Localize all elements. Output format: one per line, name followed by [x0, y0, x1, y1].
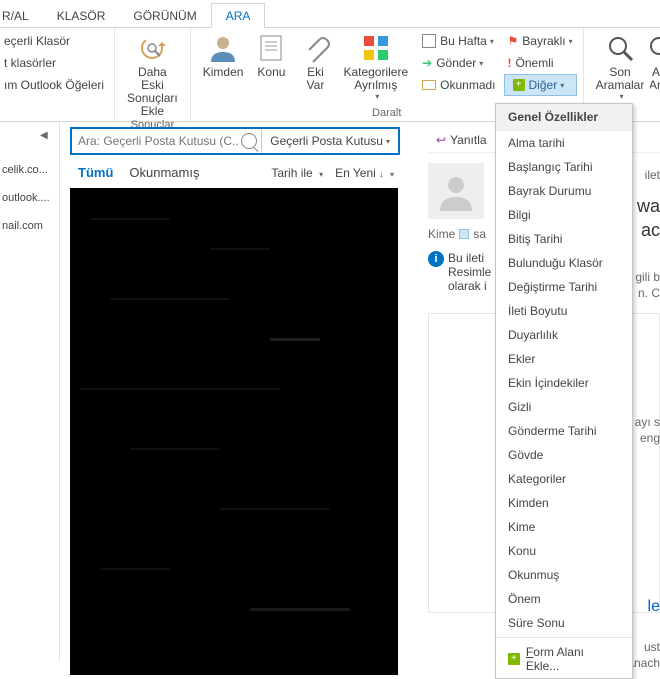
- plus-icon: +: [513, 79, 525, 91]
- info-text: Bu ileti Resimle olarak i: [448, 251, 491, 293]
- unread-button[interactable]: Okunmadı: [418, 74, 499, 96]
- sort-newest[interactable]: En Yeni ↓ ▾: [329, 164, 400, 182]
- menu-item[interactable]: Konu: [496, 539, 632, 563]
- menu-item[interactable]: İleti Boyutu: [496, 299, 632, 323]
- search-tools-button[interactable]: Ara Araç: [650, 30, 660, 106]
- edge-text: gili b: [635, 270, 660, 284]
- categories-icon: [360, 32, 392, 64]
- account-item-2[interactable]: outlook....: [0, 184, 59, 212]
- tools-icon: [650, 32, 660, 64]
- subject-button[interactable]: Konu: [249, 30, 293, 106]
- ribbon-tabs: R/AL KLASÖR GÖRÜNÜM ARA: [0, 0, 660, 28]
- older-results-button[interactable]: Daha Eski Sonuçları Ekle: [121, 30, 184, 118]
- scope-all-outlook[interactable]: ım Outlook Öğeleri: [0, 74, 108, 96]
- important-button[interactable]: ! Önemli: [504, 52, 577, 74]
- refresh-icon: [136, 32, 168, 64]
- menu-item[interactable]: Ekin İçindekiler: [496, 371, 632, 395]
- menu-item[interactable]: Kimden: [496, 491, 632, 515]
- menu-item[interactable]: Önem: [496, 587, 632, 611]
- tab-view[interactable]: GÖRÜNÜM: [119, 4, 210, 27]
- flag-icon: ⚑: [508, 34, 519, 48]
- reply-button[interactable]: ↩ Yanıtla: [428, 133, 495, 147]
- search-history-icon: [604, 32, 636, 64]
- older-results-label: Daha Eski Sonuçları Ekle: [127, 66, 178, 118]
- plus-icon: +: [508, 653, 520, 665]
- filter-all[interactable]: Tümü: [70, 163, 121, 182]
- edge-link[interactable]: le: [648, 598, 660, 616]
- sender-avatar: [428, 163, 484, 219]
- info-icon: i: [428, 251, 444, 267]
- filter-unread[interactable]: Okunmamış: [121, 163, 207, 182]
- edge-text: n. C: [638, 286, 660, 300]
- menu-item[interactable]: Alma tarihi: [496, 131, 632, 155]
- menu-item[interactable]: Okunmuş: [496, 563, 632, 587]
- calendar-icon: [422, 34, 436, 48]
- menu-item[interactable]: Ekler: [496, 347, 632, 371]
- filter-row: Tümü Okunmamış Tarih ile ▾ En Yeni ↓ ▾: [70, 163, 400, 182]
- menu-item[interactable]: Değiştirme Tarihi: [496, 275, 632, 299]
- tab-search[interactable]: ARA: [211, 3, 266, 28]
- has-attachment-button[interactable]: Eki Var: [293, 30, 337, 106]
- scope-current-folder[interactable]: eçerli Klasör: [0, 30, 108, 52]
- important-icon: !: [508, 56, 512, 70]
- recent-searches-button[interactable]: Son Aramalar▾: [590, 30, 651, 106]
- more-button[interactable]: + Diğer▾: [504, 74, 577, 96]
- envelope-icon: [422, 80, 436, 90]
- menu-item[interactable]: Başlangıç Tarihi: [496, 155, 632, 179]
- menu-item[interactable]: Gizli: [496, 395, 632, 419]
- account-item-3[interactable]: nail.com: [0, 212, 59, 240]
- menu-item[interactable]: Duyarlılık: [496, 323, 632, 347]
- menu-item[interactable]: Kategoriler: [496, 467, 632, 491]
- to-value: sa: [473, 227, 486, 241]
- edge-text: ust: [644, 640, 660, 654]
- flagged-button[interactable]: ⚑ Bayraklı▾: [504, 30, 577, 52]
- menu-item[interactable]: Kime: [496, 515, 632, 539]
- edge-text: ilet: [645, 168, 660, 182]
- folder-nav: celik.co... outlook.... nail.com: [0, 122, 60, 662]
- message-list[interactable]: [70, 188, 398, 675]
- arrow-right-icon: ➔: [422, 56, 432, 70]
- categorized-button[interactable]: Kategorilere Ayrılmış▾: [337, 30, 414, 106]
- reply-icon: ↩: [436, 133, 446, 147]
- menu-header: Genel Özellikler: [496, 104, 632, 131]
- menu-item[interactable]: Bitiş Tarihi: [496, 227, 632, 251]
- edge-text: ac: [641, 220, 660, 241]
- edge-text: ayı s: [635, 415, 660, 429]
- menu-item[interactable]: Bulunduğu Klasör: [496, 251, 632, 275]
- paperclip-icon: [299, 32, 331, 64]
- document-icon: [255, 32, 287, 64]
- menu-item[interactable]: Gönderme Tarihi: [496, 419, 632, 443]
- search-scope-dropdown[interactable]: Geçerli Posta Kutusu▾: [261, 129, 398, 153]
- message-list-pane: Geçerli Posta Kutusu▾ Tümü Okunmamış Tar…: [70, 127, 400, 675]
- more-dropdown-menu: Genel Özellikler Alma tarihiBaşlangıç Ta…: [495, 103, 633, 679]
- send-to-button[interactable]: ➔ Gönder▾: [418, 52, 499, 74]
- edge-text: eng: [640, 431, 660, 445]
- scope-subfolders[interactable]: t klasörler: [0, 52, 108, 74]
- tab-folder[interactable]: KLASÖR: [43, 4, 120, 27]
- from-button[interactable]: Kimden: [197, 30, 250, 106]
- edge-text: wa: [637, 196, 660, 217]
- menu-item-form-field[interactable]: + Form Alanı Ekle...: [496, 640, 632, 678]
- account-item-1[interactable]: celik.co...: [0, 156, 59, 184]
- menu-item[interactable]: Süre Sonu: [496, 611, 632, 635]
- menu-item[interactable]: Bayrak Durumu: [496, 179, 632, 203]
- person-icon: [207, 32, 239, 64]
- this-week-button[interactable]: Bu Hafta▾: [418, 30, 499, 52]
- menu-item[interactable]: Bilgi: [496, 203, 632, 227]
- search-input[interactable]: [72, 129, 261, 153]
- tab-receive[interactable]: R/AL: [2, 4, 43, 27]
- sort-by-date[interactable]: Tarih ile ▾: [265, 164, 329, 182]
- search-container: Geçerli Posta Kutusu▾: [70, 127, 400, 155]
- menu-item[interactable]: Gövde: [496, 443, 632, 467]
- category-box-icon: [459, 229, 469, 239]
- to-label: Kime: [428, 227, 455, 241]
